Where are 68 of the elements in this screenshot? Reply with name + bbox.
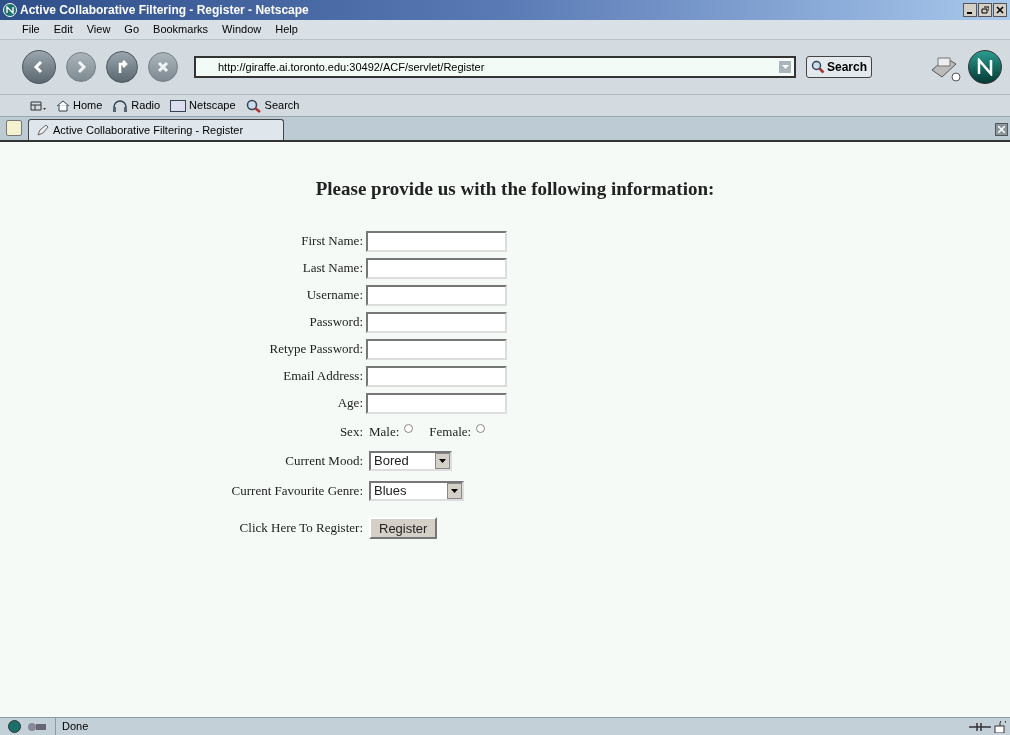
window-title: Active Collaborative Filtering - Register - Netscape <box>20 2 310 19</box>
restore-icon <box>981 6 989 14</box>
toolbar-link[interactable]: Search <box>264 97 300 114</box>
field-label: Username: <box>305 286 364 305</box>
browser-tab[interactable]: Active Collaborative Filtering - Register <box>28 119 284 140</box>
radio-button[interactable] <box>476 423 486 433</box>
option-label: Male: <box>369 422 400 441</box>
sidebar-toggle-icon[interactable] <box>30 99 46 112</box>
field-label: Sex: <box>338 422 364 441</box>
search-icon <box>811 60 825 74</box>
text-field[interactable] <box>366 230 507 252</box>
forward-button[interactable] <box>66 52 96 82</box>
toolbar-link[interactable]: Home <box>73 97 103 114</box>
new-tab-icon[interactable] <box>6 120 22 136</box>
text-field[interactable] <box>366 311 507 333</box>
radio-button[interactable] <box>404 423 414 433</box>
toolbar-link[interactable]: Radio <box>131 97 161 114</box>
close-icon <box>998 126 1005 133</box>
headphones-icon <box>112 99 129 112</box>
app-logo-icon <box>3 3 17 17</box>
menu-item[interactable]: Help <box>275 21 298 38</box>
close-icon <box>996 6 1004 14</box>
stop-icon <box>157 61 169 73</box>
page-heading: Please provide us with the following information: <box>314 177 716 201</box>
search-icon <box>245 98 262 113</box>
menu-item[interactable]: Window <box>222 21 262 38</box>
close-button[interactable] <box>993 3 1007 17</box>
status-text: Done <box>55 718 855 735</box>
address-field[interactable]: http://giraffe.ai.toronto.edu:30492/ACF/servlet/Register <box>194 56 796 78</box>
connection-icon <box>969 721 991 732</box>
menu-item[interactable]: View <box>86 21 111 38</box>
close-tab-button[interactable] <box>995 123 1008 136</box>
pen-icon <box>37 124 49 136</box>
text-field[interactable] <box>366 257 507 279</box>
option-label: Female: <box>429 422 472 441</box>
field-label: Last Name: <box>301 259 364 278</box>
menu-item[interactable]: Go <box>124 21 140 38</box>
field-label: Email Address: <box>282 367 364 386</box>
dropdown[interactable]: Bored <box>369 451 452 471</box>
text-field[interactable] <box>366 284 507 306</box>
home-icon <box>56 99 70 112</box>
field-label: Click Here To Register: <box>238 519 364 538</box>
field-label: First Name: <box>300 232 364 251</box>
box-icon <box>170 99 187 112</box>
restore-button[interactable] <box>978 3 992 17</box>
field-label: Current Favourite Genre: <box>230 482 364 501</box>
search-button[interactable]: Search <box>806 56 873 78</box>
toolbar-link[interactable]: Netscape <box>189 97 236 114</box>
text-field[interactable] <box>366 338 507 360</box>
minimize-button[interactable] <box>963 3 977 17</box>
reload-button[interactable] <box>106 51 138 83</box>
online-status-icon <box>27 720 49 733</box>
back-button[interactable] <box>22 50 56 84</box>
menu-item[interactable]: Bookmarks <box>153 21 209 38</box>
register-button[interactable]: Register <box>369 517 438 539</box>
stop-button[interactable] <box>148 52 178 82</box>
field-label: Current Mood: <box>284 452 364 471</box>
text-field[interactable] <box>366 365 507 387</box>
netscape-status-icon <box>8 720 21 733</box>
text-field[interactable] <box>366 392 507 414</box>
netscape-logo[interactable] <box>968 50 1002 84</box>
field-label: Retype Password: <box>268 340 364 359</box>
field-label: Age: <box>336 394 364 413</box>
field-label: Password: <box>308 313 364 332</box>
menu-item[interactable]: File <box>22 21 40 38</box>
dropdown[interactable]: Blues <box>369 481 464 501</box>
lock-icon <box>994 720 1006 733</box>
menu-item[interactable]: Edit <box>53 21 73 38</box>
